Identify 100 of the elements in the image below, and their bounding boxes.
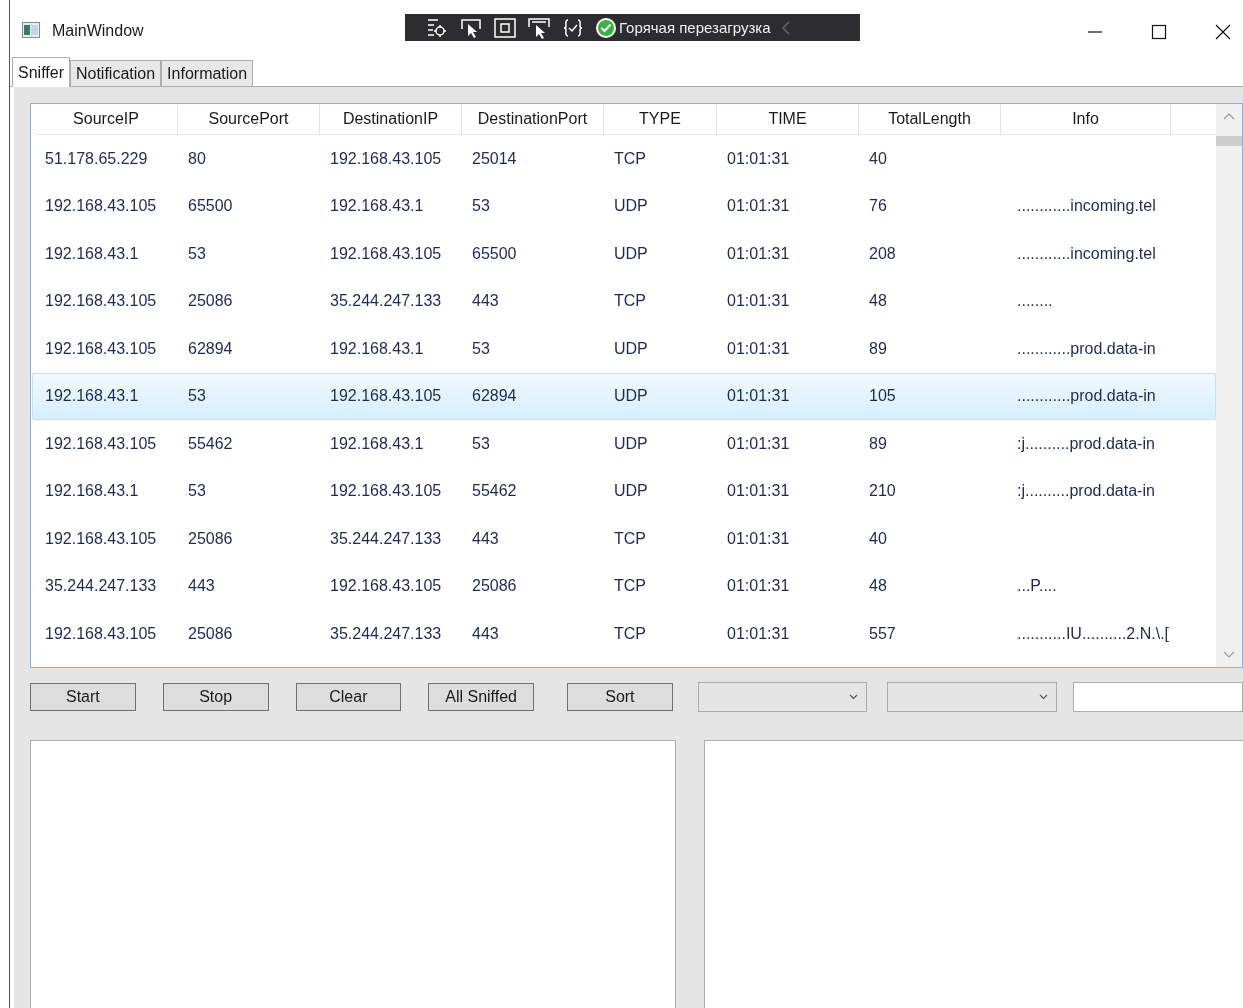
- table-cell: 48: [869, 292, 887, 310]
- table-cell: 192.168.43.105: [45, 529, 157, 547]
- table-cell: TCP: [614, 529, 646, 547]
- table-cell: 01:01:31: [727, 387, 790, 405]
- table-cell: ............prod.data-in: [1017, 339, 1156, 357]
- table-cell: 25086: [188, 624, 233, 642]
- table-cell: 35.244.247.133: [45, 577, 157, 595]
- action-button[interactable]: Stop: [162, 683, 269, 711]
- table-cell: 192.168.43.105: [330, 149, 442, 167]
- action-button[interactable]: Start: [30, 683, 136, 711]
- table-cell: :j..........prod.data-in: [1017, 434, 1155, 452]
- check-circle-icon: [595, 16, 617, 39]
- table-cell: 192.168.43.1: [330, 434, 424, 452]
- table-cell: 208: [869, 244, 896, 262]
- table-cell: 25086: [472, 577, 517, 595]
- table-cell: 01:01:31: [727, 434, 790, 452]
- table-row[interactable]: 35.244.247.133 443 192.168.43.105 25086 TCP 01:01:31 48 ...P....: [32, 562, 1216, 610]
- close-icon[interactable]: [1215, 24, 1231, 40]
- table-cell: ............incoming.tel: [1017, 197, 1156, 215]
- table-cell: 25086: [188, 292, 233, 310]
- table-cell: 53: [188, 244, 206, 262]
- vertical-scrollbar[interactable]: [1216, 104, 1242, 667]
- table-cell: TCP: [614, 292, 646, 310]
- table-cell: 192.168.43.1: [45, 244, 139, 262]
- column-header[interactable]: TYPE: [604, 104, 717, 134]
- table-cell: 192.168.43.1: [330, 339, 424, 357]
- table-cell: 192.168.43.105: [45, 197, 157, 215]
- table-row[interactable]: 192.168.43.1 53 192.168.43.105 55462 UDP 01:01:31 210 :j..........prod.data-in: [32, 467, 1216, 515]
- column-header[interactable]: DestinationIP: [320, 104, 462, 134]
- window-title: MainWindow: [52, 22, 144, 40]
- table-cell: 35.244.247.133: [330, 292, 442, 310]
- table-cell: 192.168.43.105: [330, 577, 442, 595]
- table-cell: 557: [869, 624, 896, 642]
- column-header[interactable]: SourcePort: [178, 104, 320, 134]
- table-cell: 65500: [188, 197, 233, 215]
- table-cell: 53: [472, 197, 490, 215]
- cursor-select-icon[interactable]: [459, 16, 483, 39]
- action-button[interactable]: Clear: [295, 683, 402, 711]
- column-header[interactable]: DestinationPort: [462, 104, 604, 134]
- frame-icon[interactable]: [493, 16, 517, 39]
- chevron-down-icon[interactable]: [1223, 651, 1235, 659]
- column-header[interactable]: TotalLength: [859, 104, 1001, 134]
- table-cell: 01:01:31: [727, 197, 790, 215]
- tab[interactable]: Information: [161, 60, 254, 86]
- table-row[interactable]: 51.178.65.229 80 192.168.43.105 25014 TCP 01:01:31 40: [32, 135, 1216, 183]
- table-row[interactable]: 192.168.43.105 25086 35.244.247.133 443 TCP 01:01:31 48 ........: [32, 277, 1216, 325]
- dropdown[interactable]: [887, 682, 1057, 712]
- scrollbar-thumb[interactable]: [1216, 136, 1242, 146]
- table-cell: 55462: [188, 434, 233, 452]
- table-cell: 25014: [472, 149, 517, 167]
- table-cell: 443: [188, 577, 215, 595]
- table-cell: 48: [869, 577, 887, 595]
- table-cell: ........: [1017, 292, 1053, 310]
- table-cell: 51.178.65.229: [45, 149, 148, 167]
- table-row[interactable]: 192.168.43.105 65500 192.168.43.1 53 UDP 01:01:31 76 ............incoming.tel: [32, 182, 1216, 230]
- table-row[interactable]: 192.168.43.1 53 192.168.43.105 62894 UDP 01:01:31 105 ............prod.data-in: [32, 372, 1216, 420]
- text-input-field[interactable]: [1073, 682, 1243, 712]
- table-cell: 89: [869, 339, 887, 357]
- action-button[interactable]: All Sniffed: [428, 683, 534, 711]
- column-header[interactable]: Info: [1001, 104, 1171, 134]
- maximize-icon[interactable]: [1151, 24, 1167, 40]
- tab[interactable]: Sniffer: [12, 57, 70, 87]
- table-row[interactable]: 192.168.43.105 55462 192.168.43.1 53 UDP 01:01:31 89 :j..........prod.data-in: [32, 420, 1216, 468]
- table-cell: ...........IU..........2.N.\.[: [1017, 624, 1170, 642]
- column-header[interactable]: TIME: [717, 104, 859, 134]
- table-cell: TCP: [614, 149, 646, 167]
- braces-icon[interactable]: [561, 16, 585, 39]
- table-cell: 80: [188, 149, 206, 167]
- tab[interactable]: Notification: [69, 60, 162, 86]
- table-row[interactable]: 192.168.43.1 53 192.168.43.105 65500 UDP 01:01:31 208 ............incoming.tel: [32, 230, 1216, 278]
- table-cell: 01:01:31: [727, 292, 790, 310]
- table-cell: 01:01:31: [727, 149, 790, 167]
- table-cell: UDP: [614, 197, 648, 215]
- table-cell: 76: [869, 197, 887, 215]
- dropdown[interactable]: [697, 682, 868, 712]
- chevron-left-icon[interactable]: [780, 19, 791, 36]
- table-cell: 01:01:31: [727, 339, 790, 357]
- app-icon: [22, 22, 40, 38]
- table-cell: 192.168.43.105: [45, 339, 157, 357]
- table-cell: UDP: [614, 339, 648, 357]
- table-cell: 55462: [472, 482, 517, 500]
- table-cell: 192.168.43.1: [45, 482, 139, 500]
- table-cell: ............incoming.tel: [1017, 244, 1156, 262]
- live-tree-icon[interactable]: [425, 16, 449, 39]
- table-cell: 192.168.43.105: [330, 244, 442, 262]
- table-cell: UDP: [614, 387, 648, 405]
- table-cell: 89: [869, 434, 887, 452]
- table-row[interactable]: 192.168.43.105 25086 35.244.247.133 443 TCP 01:01:31 557 ...........IU..........2.N.\.[: [32, 610, 1216, 658]
- cursor-frame-icon[interactable]: [527, 16, 551, 39]
- column-header[interactable]: SourceIP: [35, 104, 178, 134]
- chevron-up-icon[interactable]: [1223, 112, 1235, 120]
- table-cell: 01:01:31: [727, 482, 790, 500]
- table-cell: :j..........prod.data-in: [1017, 482, 1155, 500]
- table-cell: 25086: [188, 529, 233, 547]
- table-row[interactable]: 192.168.43.105 25086 35.244.247.133 443 TCP 01:01:31 40: [32, 515, 1216, 563]
- table-cell: TCP: [614, 577, 646, 595]
- table-cell: 443: [472, 624, 499, 642]
- table-cell: 40: [869, 529, 887, 547]
- action-button[interactable]: Sort: [567, 683, 673, 711]
- table-row[interactable]: 192.168.43.105 62894 192.168.43.1 53 UDP 01:01:31 89 ............prod.data-in: [32, 325, 1216, 373]
